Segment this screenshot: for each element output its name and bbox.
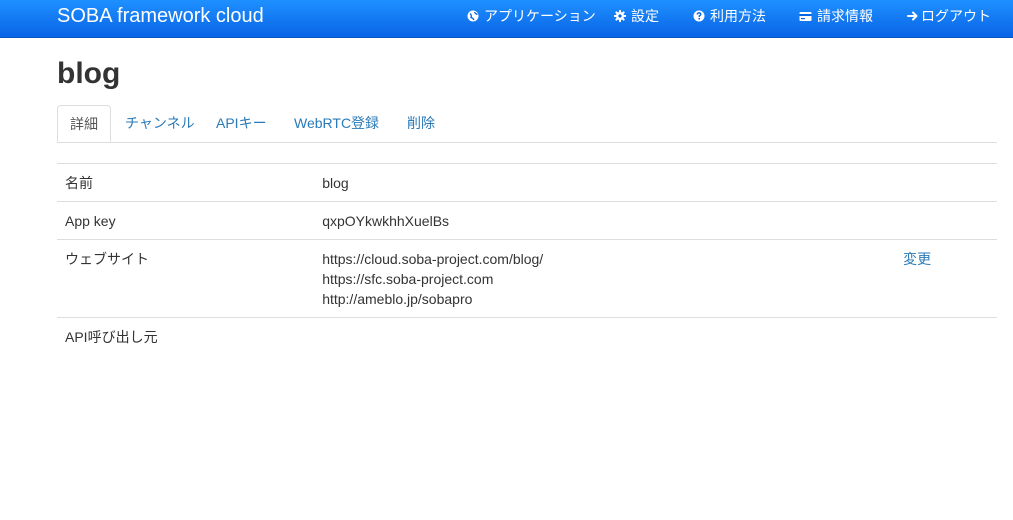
tab-details[interactable]: 詳細 <box>57 105 111 142</box>
website-url: http://ameblo.jp/sobapro <box>322 291 473 307</box>
nav-item-applications[interactable]: アプリケーション <box>466 7 596 25</box>
tab-api-keys[interactable]: APIキー <box>216 105 267 142</box>
nav-item-logout[interactable]: ログアウト <box>906 7 991 25</box>
row-label: App key <box>57 201 315 240</box>
nav-item-settings[interactable]: 設定 <box>613 7 659 25</box>
nav-item-billing[interactable]: 請求情報 <box>799 7 873 25</box>
tab-delete[interactable]: 削除 <box>407 105 435 142</box>
brand-logo[interactable]: SOBA framework cloud <box>57 4 264 28</box>
globe-icon <box>466 10 479 23</box>
app-key-value: qxpOYkwkhhXuelBs <box>314 201 896 240</box>
edit-websites-link[interactable]: 変更 <box>903 251 931 267</box>
website-url: https://sfc.soba-project.com <box>322 271 494 287</box>
question-icon <box>692 10 705 23</box>
credit-card-icon <box>799 10 812 23</box>
row-label: ウェブサイト <box>57 239 315 318</box>
app-name-value: blog <box>314 163 896 202</box>
nav-item-label: ログアウト <box>921 8 991 24</box>
top-navbar: SOBA framework cloud アプリケーション 設定 利用方法 請求… <box>0 0 1013 38</box>
website-list: https://cloud.soba-project.com/blog/ htt… <box>314 239 896 318</box>
tab-webrtc-registration[interactable]: WebRTC登録 <box>294 105 379 142</box>
page-title: blog <box>57 57 121 90</box>
nav-item-label: 請求情報 <box>817 8 873 24</box>
table-row-app-key: App key qxpOYkwkhhXuelBs <box>57 201 997 240</box>
nav-item-label: アプリケーション <box>484 8 596 24</box>
arrow-right-icon <box>906 10 919 23</box>
details-table: 名前 blog App key qxpOYkwkhhXuelBs ウェブサイト … <box>57 163 997 355</box>
table-row-websites: ウェブサイト https://cloud.soba-project.com/bl… <box>57 239 997 318</box>
nav-item-label: 利用方法 <box>710 8 766 24</box>
table-row-api-caller: API呼び出し元 <box>57 317 997 355</box>
nav-item-label: 設定 <box>631 8 659 24</box>
table-row-name: 名前 blog <box>57 163 997 202</box>
gear-icon <box>613 10 626 23</box>
row-label: 名前 <box>57 163 315 202</box>
tab-channels[interactable]: チャンネル <box>125 105 195 142</box>
nav-item-usage[interactable]: 利用方法 <box>692 7 766 25</box>
website-url: https://cloud.soba-project.com/blog/ <box>322 251 544 267</box>
tab-bar: 詳細 チャンネル APIキー WebRTC登録 削除 <box>57 105 997 143</box>
row-label: API呼び出し元 <box>57 317 315 355</box>
